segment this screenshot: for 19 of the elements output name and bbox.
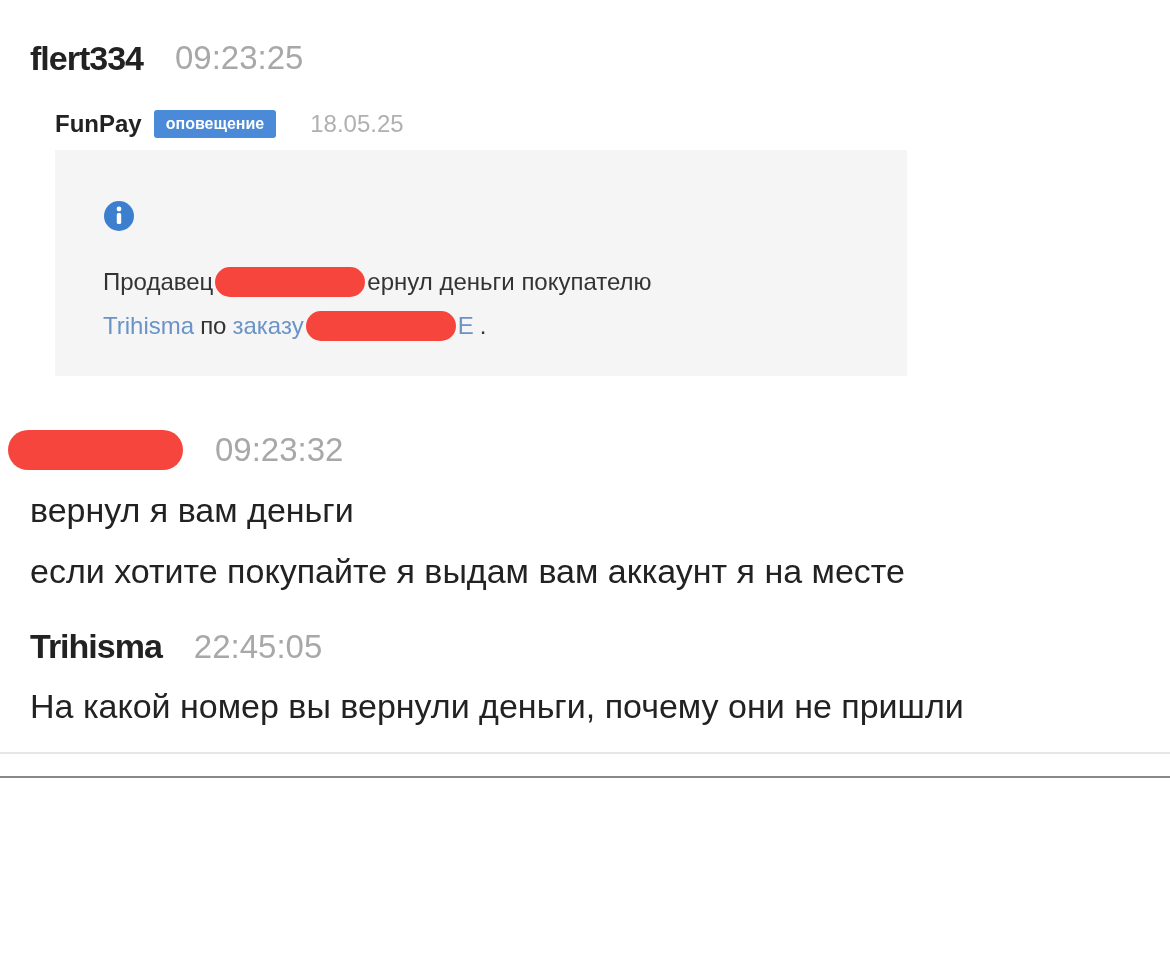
notice-sender: FunPay	[55, 109, 142, 139]
message-time: 09:23:25	[174, 38, 304, 79]
link[interactable]: E	[457, 304, 474, 348]
notice-text: ернул деньги покупателю	[367, 267, 652, 297]
message-text: вернул я вам деньги	[30, 490, 355, 531]
author-name: flert334	[30, 37, 143, 79]
message-time: 09:23:32	[215, 430, 344, 471]
notice-text: по	[200, 311, 227, 341]
author-name: Trihisma	[30, 625, 162, 667]
notice-text: Продавец	[103, 267, 214, 297]
info-icon	[103, 200, 135, 232]
notice-text: .	[479, 311, 487, 341]
link[interactable]: Trihisma	[103, 304, 195, 348]
notice-date: 18.05.25	[310, 109, 404, 139]
notification-badge: оповещение	[153, 110, 277, 138]
message-time: 22:45:05	[193, 626, 323, 667]
link[interactable]: заказу	[232, 304, 304, 348]
message-text: если хотите покупайте я выдам вам аккаунт я на месте	[30, 551, 906, 593]
message-text: На какой номер вы вернули деньги, почему они не пришли	[30, 686, 965, 728]
